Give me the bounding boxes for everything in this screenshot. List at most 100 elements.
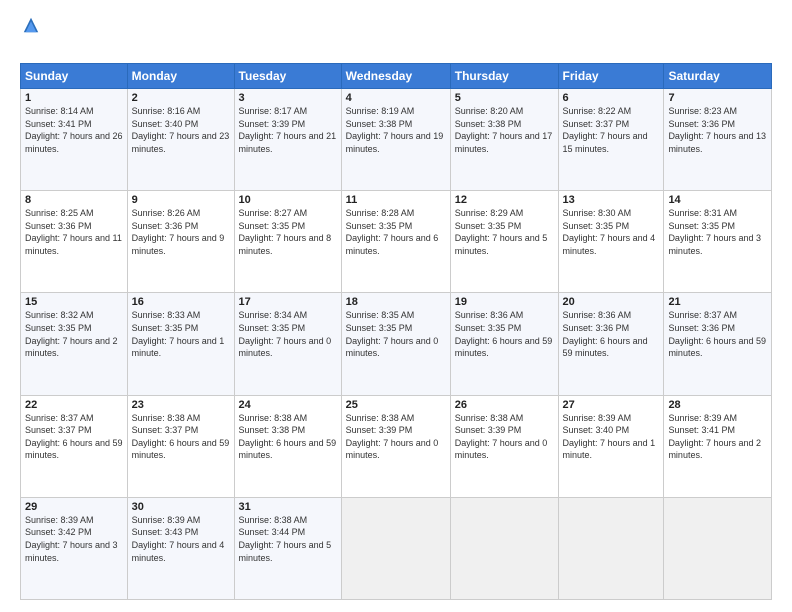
day-info: Sunrise: 8:37 AMSunset: 3:36 PMDaylight:…: [668, 310, 766, 358]
header-sunday: Sunday: [21, 64, 128, 89]
week-row-5: 29Sunrise: 8:39 AMSunset: 3:42 PMDayligh…: [21, 497, 772, 599]
day-info: Sunrise: 8:38 AMSunset: 3:39 PMDaylight:…: [346, 413, 439, 461]
day-cell: 26 Sunrise: 8:38 AMSunset: 3:39 PMDayligh…: [450, 395, 558, 497]
day-info: Sunrise: 8:38 AMSunset: 3:37 PMDaylight:…: [132, 413, 230, 461]
day-cell: 29Sunrise: 8:39 AMSunset: 3:42 PMDayligh…: [21, 497, 128, 599]
day-cell: 17 Sunrise: 8:34 AMSunset: 3:35 PMDayligh…: [234, 293, 341, 395]
day-number: 28: [668, 399, 767, 411]
week-row-3: 15 Sunrise: 8:32 AMSunset: 3:35 PMDayligh…: [21, 293, 772, 395]
day-info: Sunrise: 8:38 AMSunset: 3:38 PMDaylight:…: [239, 413, 337, 461]
day-number: 20: [563, 296, 660, 308]
day-number: 21: [668, 296, 767, 308]
day-info: Sunrise: 8:38 AMSunset: 3:44 PMDaylight:…: [239, 515, 332, 563]
day-number: 6: [563, 92, 660, 104]
header-monday: Monday: [127, 64, 234, 89]
day-number: 26: [455, 399, 554, 411]
day-number: 10: [239, 194, 337, 206]
day-cell: 23Sunrise: 8:38 AMSunset: 3:37 PMDayligh…: [127, 395, 234, 497]
day-number: 31: [239, 501, 337, 513]
logo: [20, 16, 40, 55]
day-cell: 13Sunrise: 8:30 AMSunset: 3:35 PMDayligh…: [558, 191, 664, 293]
day-cell: 19 Sunrise: 8:36 AMSunset: 3:35 PMDayligh…: [450, 293, 558, 395]
day-info: Sunrise: 8:37 AMSunset: 3:37 PMDaylight:…: [25, 413, 123, 461]
header-tuesday: Tuesday: [234, 64, 341, 89]
day-cell: 1 Sunrise: 8:14 AMSunset: 3:41 PMDaylight…: [21, 89, 128, 191]
day-cell: 24 Sunrise: 8:38 AMSunset: 3:38 PMDayligh…: [234, 395, 341, 497]
day-info: Sunrise: 8:38 AMSunset: 3:39 PMDaylight:…: [455, 413, 548, 461]
day-number: 25: [346, 399, 446, 411]
day-number: 24: [239, 399, 337, 411]
day-info: Sunrise: 8:39 AMSunset: 3:43 PMDaylight:…: [132, 515, 225, 563]
day-number: 19: [455, 296, 554, 308]
day-info: Sunrise: 8:22 AMSunset: 3:37 PMDaylight:…: [563, 106, 648, 154]
calendar-table: SundayMondayTuesdayWednesdayThursdayFrid…: [20, 63, 772, 600]
week-row-1: 1 Sunrise: 8:14 AMSunset: 3:41 PMDaylight…: [21, 89, 772, 191]
day-info: Sunrise: 8:26 AMSunset: 3:36 PMDaylight:…: [132, 208, 225, 256]
day-number: 22: [25, 399, 123, 411]
day-cell: 11 Sunrise: 8:28 AMSunset: 3:35 PMDayligh…: [341, 191, 450, 293]
week-row-2: 8Sunrise: 8:25 AMSunset: 3:36 PMDaylight…: [21, 191, 772, 293]
day-info: Sunrise: 8:20 AMSunset: 3:38 PMDaylight:…: [455, 106, 553, 154]
day-cell: 22 Sunrise: 8:37 AMSunset: 3:37 PMDayligh…: [21, 395, 128, 497]
day-cell: 9 Sunrise: 8:26 AMSunset: 3:36 PMDaylight…: [127, 191, 234, 293]
day-number: 27: [563, 399, 660, 411]
day-number: 13: [563, 194, 660, 206]
day-info: Sunrise: 8:36 AMSunset: 3:35 PMDaylight:…: [455, 310, 553, 358]
day-number: 15: [25, 296, 123, 308]
day-cell: 28 Sunrise: 8:39 AMSunset: 3:41 PMDayligh…: [664, 395, 772, 497]
day-number: 29: [25, 501, 123, 513]
day-number: 17: [239, 296, 337, 308]
header: [20, 16, 772, 55]
day-number: 2: [132, 92, 230, 104]
day-cell: 8Sunrise: 8:25 AMSunset: 3:36 PMDaylight…: [21, 191, 128, 293]
day-cell: 27 Sunrise: 8:39 AMSunset: 3:40 PMDayligh…: [558, 395, 664, 497]
day-number: 18: [346, 296, 446, 308]
day-number: 3: [239, 92, 337, 104]
day-number: 14: [668, 194, 767, 206]
day-info: Sunrise: 8:39 AMSunset: 3:40 PMDaylight:…: [563, 413, 656, 461]
day-cell: [450, 497, 558, 599]
day-info: Sunrise: 8:14 AMSunset: 3:41 PMDaylight:…: [25, 106, 123, 154]
day-cell: 2 Sunrise: 8:16 AMSunset: 3:40 PMDaylight…: [127, 89, 234, 191]
day-cell: 15 Sunrise: 8:32 AMSunset: 3:35 PMDayligh…: [21, 293, 128, 395]
day-cell: 12Sunrise: 8:29 AMSunset: 3:35 PMDayligh…: [450, 191, 558, 293]
day-info: Sunrise: 8:34 AMSunset: 3:35 PMDaylight:…: [239, 310, 332, 358]
day-info: Sunrise: 8:23 AMSunset: 3:36 PMDaylight:…: [668, 106, 766, 154]
header-friday: Friday: [558, 64, 664, 89]
day-number: 9: [132, 194, 230, 206]
day-info: Sunrise: 8:25 AMSunset: 3:36 PMDaylight:…: [25, 208, 122, 256]
day-info: Sunrise: 8:32 AMSunset: 3:35 PMDaylight:…: [25, 310, 118, 358]
day-cell: 4 Sunrise: 8:19 AMSunset: 3:38 PMDaylight…: [341, 89, 450, 191]
day-cell: 14Sunrise: 8:31 AMSunset: 3:35 PMDayligh…: [664, 191, 772, 293]
day-info: Sunrise: 8:27 AMSunset: 3:35 PMDaylight:…: [239, 208, 332, 256]
day-cell: [341, 497, 450, 599]
week-row-4: 22 Sunrise: 8:37 AMSunset: 3:37 PMDayligh…: [21, 395, 772, 497]
page: SundayMondayTuesdayWednesdayThursdayFrid…: [0, 0, 792, 612]
day-cell: [558, 497, 664, 599]
day-info: Sunrise: 8:35 AMSunset: 3:35 PMDaylight:…: [346, 310, 439, 358]
header-saturday: Saturday: [664, 64, 772, 89]
day-info: Sunrise: 8:36 AMSunset: 3:36 PMDaylight:…: [563, 310, 648, 358]
day-info: Sunrise: 8:29 AMSunset: 3:35 PMDaylight:…: [455, 208, 548, 256]
day-number: 1: [25, 92, 123, 104]
header-thursday: Thursday: [450, 64, 558, 89]
day-cell: 25 Sunrise: 8:38 AMSunset: 3:39 PMDayligh…: [341, 395, 450, 497]
logo-icon: [22, 16, 40, 34]
day-cell: 18 Sunrise: 8:35 AMSunset: 3:35 PMDayligh…: [341, 293, 450, 395]
day-info: Sunrise: 8:16 AMSunset: 3:40 PMDaylight:…: [132, 106, 230, 154]
day-cell: 3Sunrise: 8:17 AMSunset: 3:39 PMDaylight…: [234, 89, 341, 191]
day-number: 5: [455, 92, 554, 104]
day-cell: 20 Sunrise: 8:36 AMSunset: 3:36 PMDayligh…: [558, 293, 664, 395]
day-info: Sunrise: 8:39 AMSunset: 3:41 PMDaylight:…: [668, 413, 761, 461]
day-cell: 10 Sunrise: 8:27 AMSunset: 3:35 PMDayligh…: [234, 191, 341, 293]
day-number: 11: [346, 194, 446, 206]
day-number: 4: [346, 92, 446, 104]
day-number: 30: [132, 501, 230, 513]
day-number: 7: [668, 92, 767, 104]
day-info: Sunrise: 8:19 AMSunset: 3:38 PMDaylight:…: [346, 106, 444, 154]
day-cell: 7 Sunrise: 8:23 AMSunset: 3:36 PMDaylight…: [664, 89, 772, 191]
day-number: 16: [132, 296, 230, 308]
calendar-header-row: SundayMondayTuesdayWednesdayThursdayFrid…: [21, 64, 772, 89]
day-cell: [664, 497, 772, 599]
day-info: Sunrise: 8:28 AMSunset: 3:35 PMDaylight:…: [346, 208, 439, 256]
